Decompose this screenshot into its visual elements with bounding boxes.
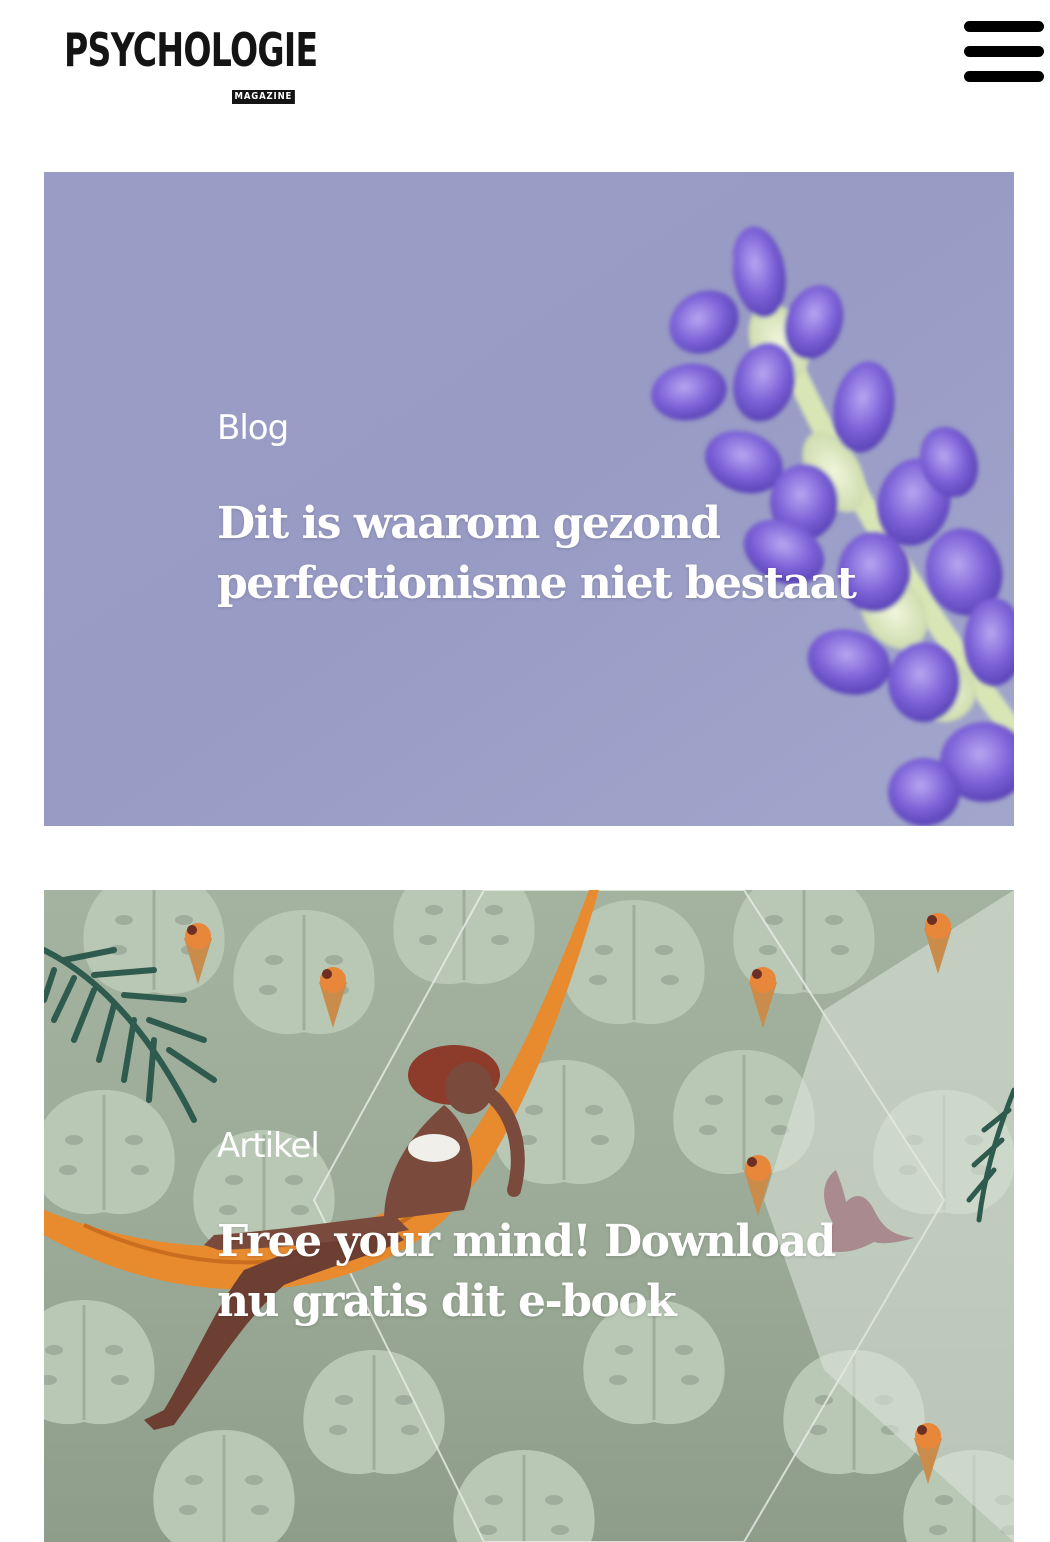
card-category: Blog bbox=[217, 408, 289, 448]
menu-bar bbox=[964, 71, 1044, 82]
hamburger-menu-icon[interactable] bbox=[964, 21, 1044, 83]
article-card-artikel[interactable]: Artikel Free your mind! Download nu grat… bbox=[44, 890, 1014, 1542]
card-title[interactable]: Free your mind! Download nu gratis dit e… bbox=[217, 1212, 857, 1332]
menu-bar bbox=[964, 21, 1044, 32]
site-header: PSYCHOLOGIE MAGAZINE bbox=[0, 0, 1050, 120]
site-logo[interactable]: PSYCHOLOGIE MAGAZINE bbox=[64, 22, 318, 104]
menu-bar bbox=[964, 46, 1044, 57]
logo-wordmark: PSYCHOLOGIE bbox=[64, 23, 318, 77]
card-category: Artikel bbox=[217, 1126, 320, 1166]
card-title[interactable]: Dit is waarom gezond perfectionisme niet… bbox=[217, 494, 857, 614]
article-card-blog[interactable]: Blog Dit is waarom gezond perfectionisme… bbox=[44, 172, 1014, 826]
logo-subtitle: MAGAZINE bbox=[232, 90, 295, 104]
